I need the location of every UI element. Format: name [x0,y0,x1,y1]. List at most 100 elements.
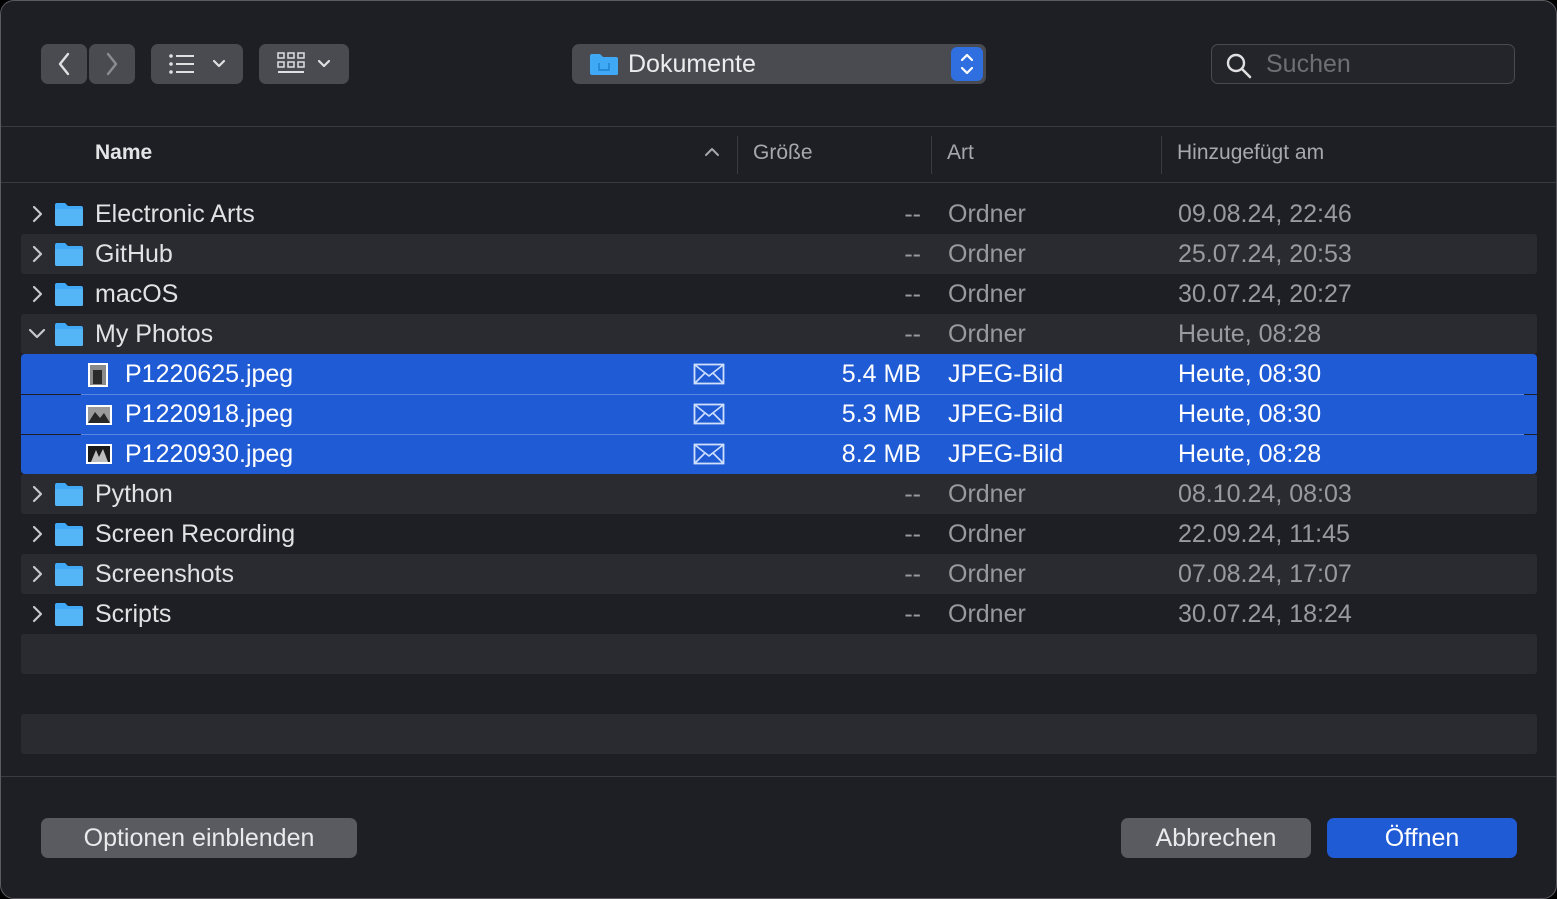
open-file-dialog: Dokumente Name Größe Art Hinzugefügt am [0,0,1557,899]
file-name: Electronic Arts [95,200,255,228]
column-kind[interactable]: Art [947,141,974,165]
disclosure-right-icon[interactable] [30,524,44,544]
column-divider[interactable] [1161,136,1162,174]
empty-row [21,714,1537,754]
cancel-button[interactable]: Abbrechen [1121,818,1311,858]
column-name[interactable]: Name [95,141,152,165]
file-size: -- [904,480,921,508]
folder-icon [55,523,83,546]
folder-icon [55,243,83,266]
file-size: 5.4 MB [841,360,921,388]
file-kind: Ordner [948,480,1026,508]
list-item[interactable]: Screen Recording -- Ordner 22.09.24, 11:… [21,514,1537,554]
column-size[interactable]: Größe [753,141,813,165]
file-date: Heute, 08:28 [1178,320,1322,348]
file-date: 22.09.24, 11:45 [1178,520,1350,548]
file-date: 08.10.24, 08:03 [1178,480,1352,508]
back-button[interactable] [41,44,87,84]
mail-icon [693,363,725,385]
file-date: 09.08.24, 22:46 [1178,200,1352,228]
location-stepper[interactable] [951,47,983,81]
file-date: 30.07.24, 20:27 [1178,280,1352,308]
file-date: Heute, 08:30 [1178,400,1322,428]
file-name: Python [95,480,173,508]
file-kind: Ordner [948,240,1026,268]
list-view-button[interactable] [151,44,243,84]
column-divider[interactable] [931,136,932,174]
file-name: P1220930.jpeg [125,440,294,468]
list-item[interactable]: GitHub -- Ordner 25.07.24, 20:53 [21,234,1537,274]
chevron-up-down-icon [960,53,974,75]
toolbar: Dokumente [1,1,1556,127]
file-kind: JPEG-Bild [948,400,1064,428]
open-button[interactable]: Öffnen [1327,818,1517,858]
column-date-added[interactable]: Hinzugefügt am [1177,141,1324,165]
file-name: Scripts [95,600,172,628]
column-divider[interactable] [737,136,738,174]
search-field[interactable] [1211,44,1515,84]
list-item-selected[interactable]: P1220918.jpeg 5.3 MB JPEG-Bild Heute, 08… [21,395,1537,434]
disclosure-right-icon[interactable] [30,564,44,584]
empty-row [21,634,1537,674]
folder-icon [55,483,83,506]
file-name: P1220625.jpeg [125,360,294,388]
mail-icon [693,443,725,465]
disclosure-right-icon[interactable] [30,604,44,624]
image-thumbnail-icon [88,363,108,387]
file-kind: Ordner [948,520,1026,548]
file-date: 25.07.24, 20:53 [1178,240,1352,268]
file-name: macOS [95,280,179,308]
list-item-selected[interactable]: P1220930.jpeg 8.2 MB JPEG-Bild Heute, 08… [21,435,1537,474]
disclosure-right-icon[interactable] [30,204,44,224]
sort-ascending-icon[interactable] [704,147,720,157]
chevron-left-icon [58,52,70,76]
search-icon [1226,53,1252,79]
file-size: -- [904,520,921,548]
file-name: Screenshots [95,560,234,588]
file-name: P1220918.jpeg [125,400,294,428]
file-date: Heute, 08:28 [1178,440,1322,468]
footer-divider [1,776,1556,777]
file-kind: Ordner [948,320,1026,348]
list-icon [169,54,194,74]
image-thumbnail-icon [86,444,112,464]
empty-row [21,674,1537,714]
group-view-button[interactable] [259,44,349,84]
list-item[interactable]: My Photos -- Ordner Heute, 08:28 [21,314,1537,354]
file-date: Heute, 08:30 [1178,360,1322,388]
chevron-down-icon [212,59,226,68]
list-item[interactable]: Electronic Arts -- Ordner 09.08.24, 22:4… [21,194,1537,234]
file-kind: JPEG-Bild [948,360,1064,388]
file-size: -- [904,600,921,628]
disclosure-right-icon[interactable] [30,284,44,304]
disclosure-down-icon[interactable] [27,326,47,340]
disclosure-right-icon[interactable] [30,484,44,504]
list-item[interactable]: Scripts -- Ordner 30.07.24, 18:24 [21,594,1537,634]
folder-icon [55,323,83,346]
chevron-down-icon [317,59,331,68]
file-date: 30.07.24, 18:24 [1178,600,1352,628]
grid-icon [277,52,305,73]
mail-icon [693,403,725,425]
location-popup[interactable]: Dokumente [572,44,986,84]
file-name: GitHub [95,240,173,268]
file-kind: Ordner [948,600,1026,628]
file-kind: Ordner [948,560,1026,588]
search-input[interactable] [1266,49,1506,79]
image-thumbnail-icon [86,405,112,425]
disclosure-right-icon[interactable] [30,244,44,264]
list-item[interactable]: macOS -- Ordner 30.07.24, 20:27 [21,274,1537,314]
show-options-button[interactable]: Optionen einblenden [41,818,357,858]
file-size: 8.2 MB [841,440,921,468]
file-kind: Ordner [948,200,1026,228]
list-item[interactable]: Python -- Ordner 08.10.24, 08:03 [21,474,1537,514]
folder-icon [55,603,83,626]
file-size: -- [904,240,921,268]
file-size: 5.3 MB [841,400,921,428]
folder-icon [590,54,618,75]
file-size: -- [904,200,921,228]
list-item-selected[interactable]: P1220625.jpeg 5.4 MB JPEG-Bild Heute, 08… [21,354,1537,394]
list-item[interactable]: Screenshots -- Ordner 07.08.24, 17:07 [21,554,1537,594]
file-size: -- [904,280,921,308]
forward-button[interactable] [89,44,135,84]
